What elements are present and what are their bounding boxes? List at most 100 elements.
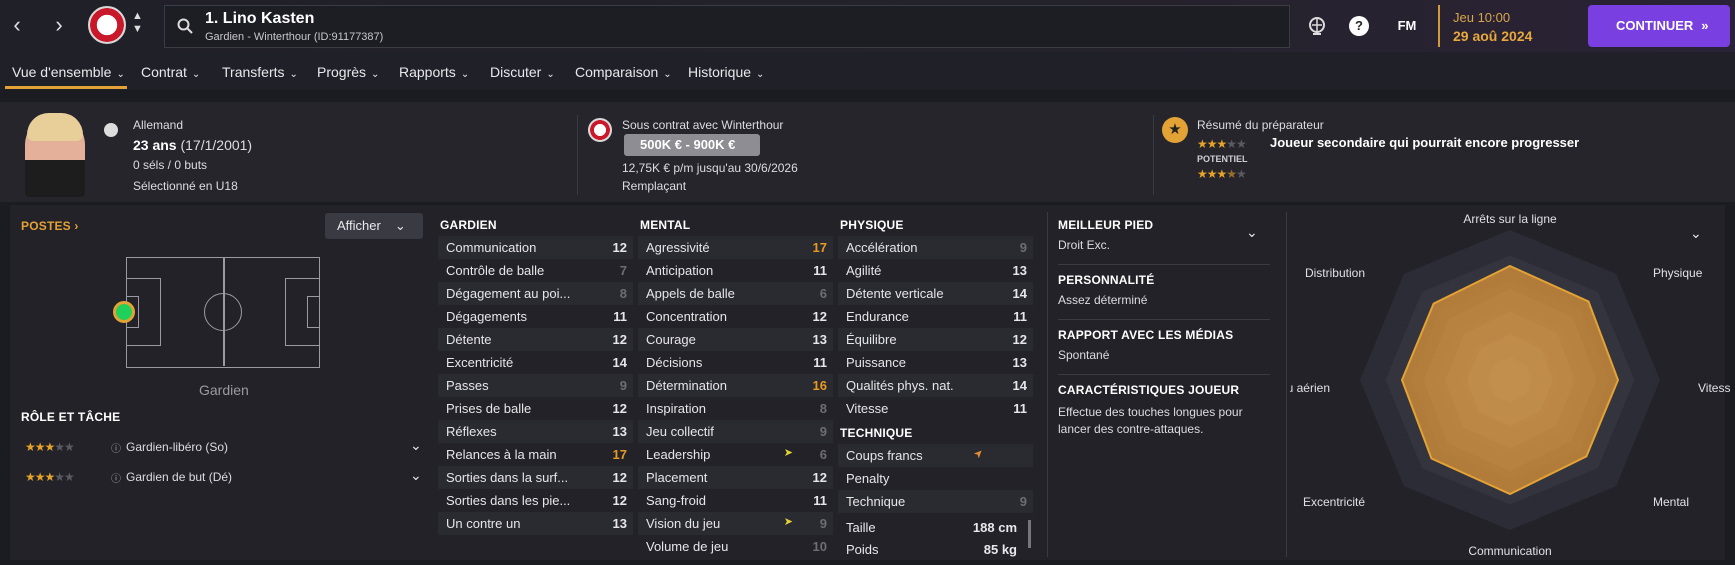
attribute-value: 14 bbox=[1012, 378, 1027, 393]
attribute-row[interactable]: Appels de balle 6 bbox=[638, 282, 833, 305]
attribute-row[interactable]: Puissance 13 bbox=[838, 351, 1033, 374]
tab-contract[interactable]: Contrat ⌄ bbox=[141, 64, 200, 80]
club-crest-icon[interactable] bbox=[88, 6, 126, 44]
chevron-down-icon: ⌄ bbox=[289, 69, 298, 80]
attribute-name: Accélération bbox=[846, 240, 918, 255]
show-dropdown[interactable]: Afficher ⌄ bbox=[325, 213, 423, 239]
tab-history[interactable]: Historique ⌄ bbox=[688, 64, 764, 80]
chevron-down-icon: ⌄ bbox=[410, 467, 422, 483]
height-label: Taille bbox=[846, 520, 876, 535]
attribute-row[interactable]: Technique 9 bbox=[838, 490, 1033, 513]
attribute-name: Agressivité bbox=[646, 240, 710, 255]
attribute-row[interactable]: Dégagement au poi... 8 bbox=[438, 282, 633, 305]
attribute-name: Puissance bbox=[846, 355, 906, 370]
attribute-row[interactable]: Équilibre 12 bbox=[838, 328, 1033, 351]
attribute-row[interactable]: Concentration 12 bbox=[638, 305, 833, 328]
attribute-name: Décisions bbox=[646, 355, 703, 370]
back-button[interactable]: ‹ bbox=[4, 10, 30, 40]
role-row[interactable]: ★★★★★ ⓘ Gardien de but (Dé) ⌄ bbox=[25, 467, 425, 489]
attribute-row[interactable]: Excentricité 14 bbox=[438, 351, 633, 374]
player-search-box[interactable]: 1. Lino Kasten Gardien - Winterthour (ID… bbox=[164, 5, 1290, 48]
attribute-row[interactable]: Inspiration 8 bbox=[638, 397, 833, 420]
attribute-name: Coups francs bbox=[846, 448, 923, 463]
tab-transfers[interactable]: Transferts ⌄ bbox=[222, 64, 298, 80]
attribute-value: 6 bbox=[819, 286, 827, 301]
attribute-row[interactable]: Relances à la main 17 bbox=[438, 443, 633, 466]
radar-label: Distribution bbox=[1305, 266, 1365, 280]
ability-stars: ★★★★★ bbox=[1197, 137, 1247, 151]
divider bbox=[1047, 212, 1048, 557]
world-icon[interactable] bbox=[1307, 16, 1327, 36]
chevron-down-icon: ⌄ bbox=[394, 218, 406, 233]
attribute-name: Un contre un bbox=[446, 516, 521, 531]
chevron-down-icon: ⌄ bbox=[546, 69, 555, 80]
attribute-value: 10 bbox=[812, 539, 827, 554]
attribute-row[interactable]: Communication 12 bbox=[438, 236, 633, 259]
attribute-row[interactable]: Sorties dans les pie... 12 bbox=[438, 489, 633, 512]
attribute-row[interactable]: Endurance 11 bbox=[838, 305, 1033, 328]
attribute-value: 9 bbox=[819, 424, 827, 439]
attribute-row[interactable]: Vision du jeu 9 ➤ bbox=[638, 512, 833, 535]
media-value: Spontané bbox=[1058, 348, 1110, 362]
continue-button[interactable]: CONTINUER » bbox=[1588, 5, 1730, 47]
attribute-row[interactable]: Courage 13 bbox=[638, 328, 833, 351]
attribute-value: 11 bbox=[813, 263, 827, 278]
tab-discuss[interactable]: Discuter ⌄ bbox=[490, 64, 555, 80]
attribute-row[interactable]: Contrôle de balle 7 bbox=[438, 259, 633, 282]
club-crest-small-icon[interactable] bbox=[588, 118, 612, 142]
personality-value: Assez déterminé bbox=[1058, 293, 1148, 307]
attribute-value: 12 bbox=[612, 332, 627, 347]
attribute-row[interactable]: Qualités phys. nat. 14 bbox=[838, 374, 1033, 397]
role-row[interactable]: ★★★★★ ⓘ Gardien-libéro (So) ⌄ bbox=[25, 437, 425, 459]
attribute-row[interactable]: Vitesse 11 bbox=[838, 397, 1033, 420]
attribute-row[interactable]: Sang-froid 11 bbox=[638, 489, 833, 512]
goalkeeper-position-marker[interactable] bbox=[113, 301, 135, 323]
attribute-name: Courage bbox=[646, 332, 696, 347]
attribute-row[interactable]: Décisions 11 bbox=[638, 351, 833, 374]
attribute-row[interactable]: Anticipation 11 bbox=[638, 259, 833, 282]
attribute-row[interactable]: Réflexes 13 bbox=[438, 420, 633, 443]
attribute-row[interactable]: Agressivité 17 bbox=[638, 236, 833, 259]
player-info-bar bbox=[0, 102, 1735, 202]
attribute-row[interactable]: Agilité 13 bbox=[838, 259, 1033, 282]
radar-label: Communication bbox=[1468, 544, 1551, 558]
attribute-row[interactable]: Leadership 6 ➤ bbox=[638, 443, 833, 466]
attribute-row[interactable]: Placement 12 bbox=[638, 466, 833, 489]
attribute-value: 11 bbox=[813, 355, 827, 370]
chevron-down-icon[interactable]: ⌄ bbox=[1246, 224, 1258, 241]
role-stars: ★★★★★ bbox=[25, 470, 75, 484]
radar-label: Excentricité bbox=[1303, 495, 1365, 509]
attribute-row[interactable]: Volume de jeu 10 bbox=[638, 535, 833, 558]
attribute-row[interactable]: Jeu collectif 9 bbox=[638, 420, 833, 443]
role-name: Gardien de but (Dé) bbox=[126, 470, 233, 484]
attribute-name: Détente bbox=[446, 332, 492, 347]
attribute-row[interactable]: Coups francs ➤ bbox=[838, 444, 1033, 467]
attribute-row[interactable]: Détermination 16 bbox=[638, 374, 833, 397]
attribute-row[interactable]: Penalty bbox=[838, 467, 1033, 490]
attribute-row[interactable]: Un contre un 13 bbox=[438, 512, 633, 535]
tab-overview[interactable]: Vue d'ensemble ⌄ bbox=[12, 64, 125, 80]
attribute-name: Endurance bbox=[846, 309, 909, 324]
attribute-row[interactable]: Prises de balle 12 bbox=[438, 397, 633, 420]
attribute-row[interactable]: Détente verticale 14 bbox=[838, 282, 1033, 305]
attribute-row[interactable]: Dégagements 11 bbox=[438, 305, 633, 328]
attribute-name: Qualités phys. nat. bbox=[846, 378, 954, 393]
club-switcher-arrows-icon[interactable]: ▲ ▼ bbox=[132, 10, 143, 36]
positions-header[interactable]: POSTES › bbox=[21, 219, 79, 233]
help-icon[interactable]: ? bbox=[1349, 16, 1369, 36]
tab-progress[interactable]: Progrès ⌄ bbox=[317, 64, 379, 80]
attribute-row[interactable]: Détente 12 bbox=[438, 328, 633, 351]
game-date[interactable]: Jeu 10:00 29 aoû 2024 bbox=[1438, 5, 1572, 47]
physical-header: PHYSIQUE bbox=[840, 218, 904, 232]
forward-button[interactable]: › bbox=[46, 10, 72, 40]
attribute-row[interactable]: Passes 9 bbox=[438, 374, 633, 397]
scrollbar[interactable] bbox=[1028, 520, 1031, 548]
tab-reports[interactable]: Rapports ⌄ bbox=[399, 64, 469, 80]
info-icon: ⓘ bbox=[111, 474, 121, 485]
fm-menu-button[interactable]: FM bbox=[1393, 16, 1421, 36]
chevron-down-icon: ⌄ bbox=[663, 69, 672, 80]
attribute-row[interactable]: Accélération 9 bbox=[838, 236, 1033, 259]
role-stars: ★★★★★ bbox=[25, 440, 75, 454]
attribute-row[interactable]: Sorties dans la surf... 12 bbox=[438, 466, 633, 489]
tab-comparison[interactable]: Comparaison ⌄ bbox=[575, 64, 672, 80]
